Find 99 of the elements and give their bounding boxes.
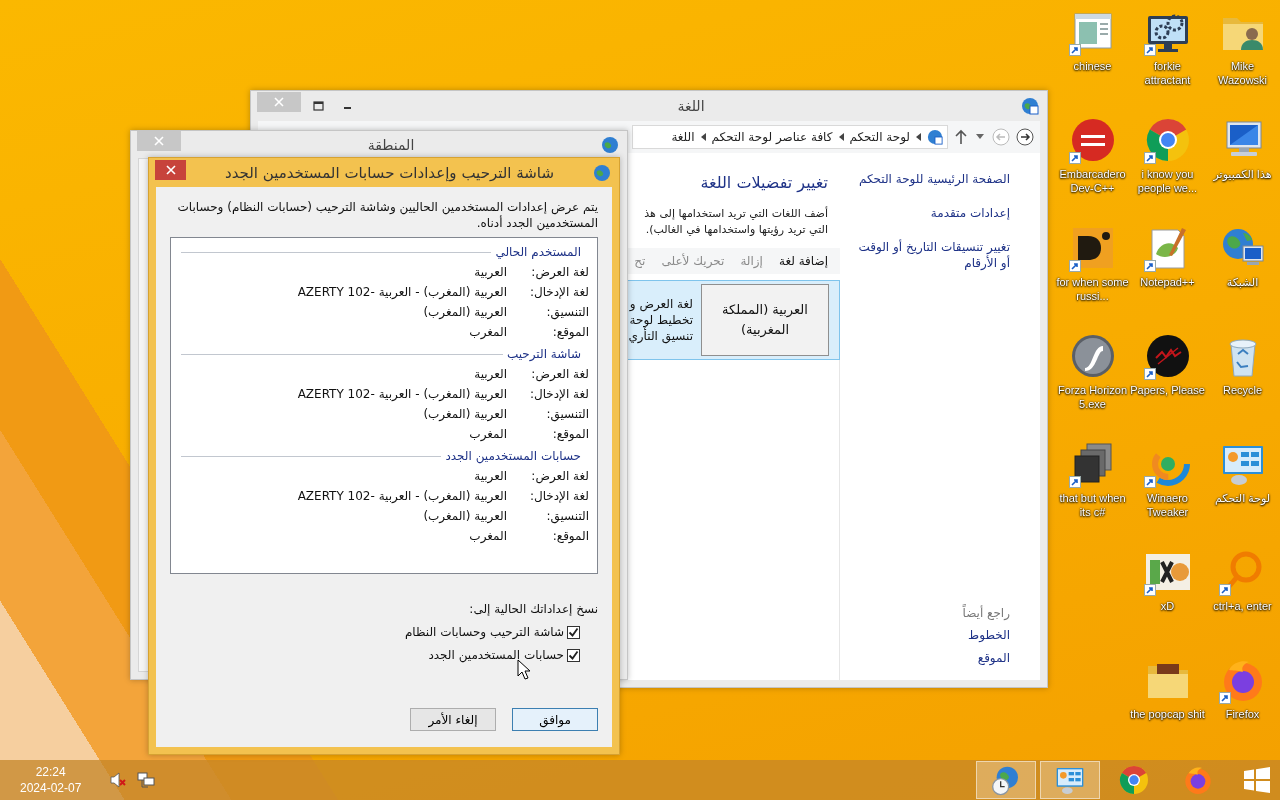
icon-label[interactable]: that but when its c# — [1055, 491, 1130, 519]
window-title: شاشة الترحيب وإعدادات حسابات المستخدمين الجدد — [224, 163, 555, 182]
copy-label: نسخ إعداداتك الحالية إلى: — [468, 602, 598, 616]
field-label: الموقع: — [551, 325, 589, 339]
field-value: العربية — [474, 367, 507, 381]
speaker-icon[interactable] — [109, 771, 128, 789]
icon-label[interactable]: لوحة التحكم — [1205, 491, 1280, 505]
window-title: المنطقة — [366, 136, 416, 153]
field-label: التنسيق: — [545, 407, 589, 421]
page-heading: تغيير تفضيلات اللغة — [699, 173, 829, 192]
icon-label[interactable]: the popcap shit — [1130, 707, 1205, 721]
toolbar-button[interactable]: إضافة لغة — [778, 254, 828, 268]
field-value: العربية (المغرب) — [423, 509, 507, 523]
clock-time[interactable]: 22:24 — [35, 764, 66, 780]
description-line: التي تريد رؤيتها واستخدامها في الغالب). — [644, 222, 829, 238]
taskbar-button[interactable] — [976, 761, 1036, 799]
see-also-link[interactable]: الموقع — [846, 650, 1010, 666]
field-label: لغة الإدخال: — [528, 285, 589, 299]
language-icon — [1021, 97, 1039, 115]
up-arrow-icon — [954, 129, 968, 145]
field-value: العربية — [474, 265, 507, 279]
breadcrumb-item[interactable]: اللغة — [671, 130, 695, 144]
icon-label[interactable]: xD — [1130, 599, 1205, 613]
taskbar-button[interactable] — [1040, 761, 1100, 799]
close-icon — [274, 97, 284, 107]
icon-label[interactable]: Mike Wazowski — [1205, 59, 1280, 87]
field-value: المغرب — [469, 427, 507, 441]
icon-label[interactable]: Recycle — [1205, 383, 1280, 397]
address-bar[interactable]: لوحة التحكم كافة عناصر لوحة التحكم اللغة — [632, 125, 948, 149]
breadcrumb-item[interactable]: كافة عناصر لوحة التحكم — [711, 130, 833, 144]
dialog-button[interactable]: إلغاء الأمر — [410, 708, 496, 731]
language-detail: لغة العرض ﻭ — [628, 296, 693, 312]
see-also-link[interactable]: الخطوط — [846, 627, 1010, 643]
icon-label[interactable]: Embarcadero Dev-C++ — [1055, 167, 1130, 195]
chevron-icon[interactable] — [916, 133, 921, 141]
language-detail: تخطيط لوحة — [628, 312, 693, 328]
dialog-button[interactable]: موافق — [512, 708, 598, 731]
language-detail: تنسيق التأري — [628, 328, 693, 344]
close-icon — [165, 164, 176, 175]
checkbox-label[interactable]: شاشة الترحيب وحسابات النظام — [404, 625, 564, 639]
field-label: الموقع: — [551, 529, 589, 543]
ring-logo-icon[interactable] — [1118, 764, 1150, 796]
icon-label[interactable]: Notepad++ — [1130, 275, 1205, 289]
section-title: حسابات المستخدمين الجدد — [445, 449, 581, 463]
checkbox-label[interactable]: حسابات المستخدمين الجدد — [428, 648, 564, 662]
section-title: المستخدم الحالي — [495, 245, 581, 259]
network-icon[interactable] — [137, 771, 156, 789]
field-value: العربية (المغرب) — [423, 407, 507, 421]
section-title: شاشة الترحيب — [506, 347, 581, 361]
checkbox[interactable] — [567, 625, 580, 639]
sidebar-link[interactable]: تغيير تنسيقات التاريخ أو الوقت أو الأرقام — [846, 239, 1010, 271]
checkbox[interactable] — [567, 648, 580, 662]
windows-logo-icon[interactable] — [1244, 767, 1270, 793]
globe-icon — [601, 135, 619, 154]
dialog-description: يتم عرض إعدادات المستخدمين الحاليين وشاشة الترحيب (حسابات النظام) وحسابات المستخدمين الجدد أدناه. — [176, 199, 598, 231]
icon-label[interactable]: forkie attractant — [1130, 59, 1205, 87]
window-title: اللغة — [676, 98, 706, 114]
globe-icon — [593, 163, 611, 182]
field-value: المغرب — [469, 529, 507, 543]
description-line: أضف اللغات التي تريد استخدامها إلى هذ — [643, 206, 829, 222]
field-value: المغرب — [469, 325, 507, 339]
mouse-pointer-icon — [517, 659, 531, 680]
icon-label[interactable]: for when some russi... — [1055, 275, 1130, 303]
icon-label[interactable]: ctrl+a, enter — [1205, 599, 1280, 613]
field-value: العربية — [474, 469, 507, 483]
caret-icon — [976, 134, 984, 140]
icon-label[interactable]: هذا الكمبيوتر — [1205, 167, 1280, 181]
field-label: الموقع: — [551, 427, 589, 441]
sidebar-link[interactable]: الصفحة الرئيسية للوحة التحكم — [846, 171, 1010, 187]
maximize-icon — [312, 101, 324, 111]
field-label: لغة الإدخال: — [528, 489, 589, 503]
chevron-icon[interactable] — [838, 133, 844, 141]
clock-date[interactable]: 2024-02-07 — [20, 780, 82, 796]
field-label: التنسيق: — [545, 509, 589, 523]
field-value: العربية (المغرب) - العربية -AZERTY 102 — [297, 489, 507, 503]
field-value: العربية (المغرب) - العربية -AZERTY 102 — [297, 387, 507, 401]
icon-label[interactable]: Firefox — [1205, 707, 1280, 721]
field-label: لغة الإدخال: — [528, 387, 589, 401]
see-also-heading: راجع أيضاً — [961, 606, 1010, 620]
field-value: العربية (المغرب) - العربية -AZERTY 102 — [297, 285, 507, 299]
field-label: لغة العرض: — [530, 367, 589, 381]
icon-label[interactable]: i know you people we... — [1130, 167, 1205, 195]
icon-label[interactable]: Forza Horizon 5.exe — [1055, 383, 1130, 411]
field-label: التنسيق: — [545, 305, 589, 319]
icon-label[interactable]: الشبكة — [1205, 275, 1280, 289]
close-icon — [154, 135, 164, 146]
sidebar-link[interactable]: إعدادات متقدمة — [846, 205, 1010, 221]
field-label: لغة العرض: — [530, 469, 589, 483]
chevron-icon[interactable] — [700, 133, 706, 141]
field-value: العربية (المغرب) — [423, 305, 507, 319]
icon-label[interactable]: Winaero Tweaker — [1130, 491, 1205, 519]
close-button[interactable] — [155, 159, 186, 180]
breadcrumb-item[interactable]: لوحة التحكم — [849, 130, 910, 144]
back-button[interactable] — [1016, 126, 1034, 148]
language-list-item[interactable]: العربية (المملكة المغربية) لغة العرض ﻭ تخطيط لوحة تنسيق التأري — [626, 280, 840, 360]
field-label: لغة العرض: — [530, 265, 589, 279]
icon-label[interactable]: Papers, Please — [1130, 383, 1205, 397]
icon-label[interactable]: chinese — [1055, 59, 1130, 73]
language-name-tile[interactable]: العربية (المملكة المغربية) — [701, 284, 829, 356]
